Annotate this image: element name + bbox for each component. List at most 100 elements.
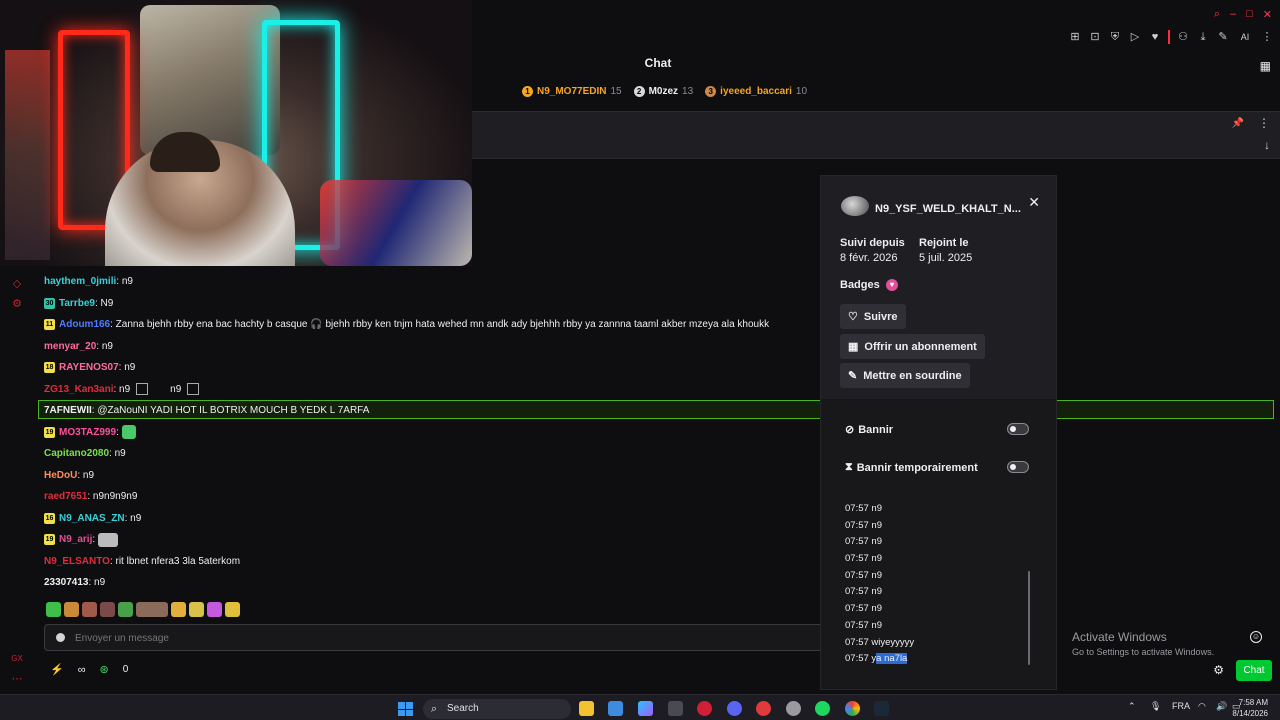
chat-username[interactable]: Capitano2080	[44, 448, 109, 459]
emote-smile-icon[interactable]: ☺	[1250, 631, 1262, 643]
minimize-icon[interactable]: –	[1230, 8, 1236, 21]
mute-button[interactable]: ✎ Mettre en sourdine	[840, 363, 970, 388]
timeout-toggle[interactable]	[1007, 461, 1029, 473]
user-icon[interactable]: ⚇	[1176, 30, 1190, 44]
emote-5[interactable]	[118, 602, 133, 617]
chat-message[interactable]: 19 N9_arij:	[38, 529, 818, 551]
close-icon[interactable]: ✕	[1028, 194, 1040, 211]
gift-sub-button[interactable]: ▦ Offrir un abonnement	[840, 334, 985, 359]
chat-message[interactable]: haythem_0jmili: n9	[38, 271, 818, 293]
app-grey-icon[interactable]	[786, 701, 801, 716]
emote-7[interactable]	[171, 602, 186, 617]
ai-icon[interactable]: AI	[1236, 30, 1254, 44]
user-card-name[interactable]: N9_YSF_WELD_KHALT_N...	[875, 203, 1021, 215]
chat-username[interactable]: HeDoU	[44, 470, 77, 481]
start-icon[interactable]	[398, 702, 413, 716]
tray-chevron-icon[interactable]: ⌃	[1128, 701, 1136, 712]
emote-1[interactable]	[46, 602, 61, 617]
wifi-icon[interactable]: ◠	[1198, 701, 1206, 712]
chat-message[interactable]: menyar_20: n9	[38, 336, 818, 358]
calculator-icon[interactable]	[668, 701, 683, 716]
taskbar-search[interactable]: ⌕ Search	[423, 699, 571, 719]
activity-icon[interactable]: ⚡	[50, 663, 64, 676]
chat-settings-icon[interactable]: ⚙	[1213, 663, 1224, 677]
chat-username[interactable]: 23307413	[44, 577, 89, 588]
chat-message[interactable]: 30 Tarrbe9: N9	[38, 293, 818, 315]
follow-button[interactable]: ♡ Suivre	[840, 304, 906, 329]
chat-message[interactable]: 23307413: n9	[38, 572, 818, 594]
volume-icon[interactable]: 🔊	[1216, 701, 1227, 712]
search-icon[interactable]: ⌕	[1214, 8, 1220, 21]
file-explorer-icon[interactable]	[579, 701, 594, 716]
chat-username[interactable]: 7AFNEWII	[44, 405, 92, 416]
app-red-icon[interactable]	[756, 701, 771, 716]
menu-icon[interactable]: ⋮	[1260, 30, 1274, 44]
emote-8[interactable]	[189, 602, 204, 617]
opera-gx-icon[interactable]	[697, 701, 712, 716]
chat-username[interactable]: N9_ELSANTO	[44, 556, 110, 567]
emote-4[interactable]	[100, 602, 115, 617]
steam-icon[interactable]	[874, 701, 889, 716]
leaderboard-item[interactable]: 2 M0zez 13	[633, 86, 693, 97]
maximize-icon[interactable]: □	[1246, 8, 1253, 21]
settings-gear-icon[interactable]: ⚙	[10, 297, 24, 311]
chat-username[interactable]: N9_arij	[59, 534, 92, 545]
pin-icon[interactable]: 📌	[1232, 118, 1244, 129]
close-icon[interactable]: ✕	[1263, 8, 1272, 21]
spotify-icon[interactable]	[815, 701, 830, 716]
chat-username[interactable]: N9_ANAS_ZN	[59, 513, 125, 524]
moderator-icon[interactable]: ◇	[10, 277, 24, 291]
log-scrollbar[interactable]	[1028, 571, 1030, 665]
emote-10[interactable]	[225, 602, 240, 617]
taskbar-clock[interactable]: 7:58 AM 8/14/2026	[1232, 697, 1268, 719]
chat-username[interactable]: Tarrbe9	[59, 298, 95, 309]
chat-message[interactable]: 11 Adoum166: Zanna bjehh rbby ena bac hac…	[38, 314, 818, 336]
chat-username[interactable]: Adoum166	[59, 319, 110, 330]
chat-username[interactable]: RAYENOS07	[59, 362, 119, 373]
shield-icon[interactable]: ⛨	[1108, 30, 1122, 44]
leaderboard-item[interactable]: 3 iyeeed_baccari 10	[705, 86, 807, 97]
gx-icon[interactable]: GX	[10, 654, 24, 668]
edit-icon[interactable]: ✎	[1216, 30, 1230, 44]
leaderboard-item[interactable]: 1 N9_MO77EDIN 15	[522, 86, 622, 97]
download-icon[interactable]: ⤓	[1196, 30, 1210, 44]
more-icon[interactable]: ⋯	[10, 672, 24, 686]
chat-send-button[interactable]: Chat	[1236, 660, 1272, 681]
emote-6[interactable]	[136, 602, 168, 617]
points-icon[interactable]: ⊛	[100, 663, 109, 676]
chat-message[interactable]: N9_ELSANTO: rit lbnet nfera3 3la 5aterko…	[38, 551, 818, 573]
chat-message[interactable]: HeDoU: n9	[38, 465, 818, 487]
emote-3[interactable]	[82, 602, 97, 617]
heart-icon[interactable]: ♥	[1148, 30, 1162, 44]
emoji-picker-icon[interactable]	[56, 633, 65, 642]
gift-icon[interactable]: ▦	[1260, 59, 1271, 73]
store-icon[interactable]	[608, 701, 623, 716]
mic-icon[interactable]: 🎙	[1150, 701, 1161, 712]
chat-username[interactable]: MO3TAZ999	[59, 427, 116, 438]
discord-icon[interactable]	[727, 701, 742, 716]
chat-message[interactable]: ZG13_Kan3ani: n9 n9	[38, 379, 818, 401]
chat-username[interactable]: menyar_20	[44, 341, 96, 352]
chat-message[interactable]: 18 RAYENOS07: n9	[38, 357, 818, 379]
emote-2[interactable]	[64, 602, 79, 617]
stream-video[interactable]	[0, 0, 472, 266]
emote-9[interactable]	[207, 602, 222, 617]
chat-username[interactable]: raed7651	[44, 491, 87, 502]
chat-message[interactable]: 19 MO3TAZ999:	[38, 422, 818, 444]
chat-username[interactable]: ZG13_Kan3ani	[44, 384, 113, 395]
chat-message[interactable]: 16 N9_ANAS_ZN: n9	[38, 508, 818, 530]
ban-toggle[interactable]	[1007, 423, 1029, 435]
bookmark-icon[interactable]: ⊞	[1068, 30, 1082, 44]
chat-message[interactable]: Capitano2080: n9	[38, 443, 818, 465]
copilot-icon[interactable]	[638, 701, 653, 716]
chat-message[interactable]: raed7651: n9n9n9n9	[38, 486, 818, 508]
infinity-icon[interactable]: ∞	[78, 664, 86, 676]
arrow-down-icon[interactable]: ↓	[1264, 138, 1270, 152]
chat-message-input[interactable]	[75, 629, 775, 647]
language-indicator[interactable]: FRA	[1172, 701, 1190, 711]
play-icon[interactable]: ▷	[1128, 30, 1142, 44]
chat-username[interactable]: haythem_0jmili	[44, 276, 116, 287]
chat-message[interactable]: 7AFNEWII: @ZaNouNI YADI HOT IL BOTRIX MO…	[38, 400, 818, 422]
more-options-icon[interactable]: ⋮	[1258, 116, 1270, 130]
crop-icon[interactable]: ⊡	[1088, 30, 1102, 44]
